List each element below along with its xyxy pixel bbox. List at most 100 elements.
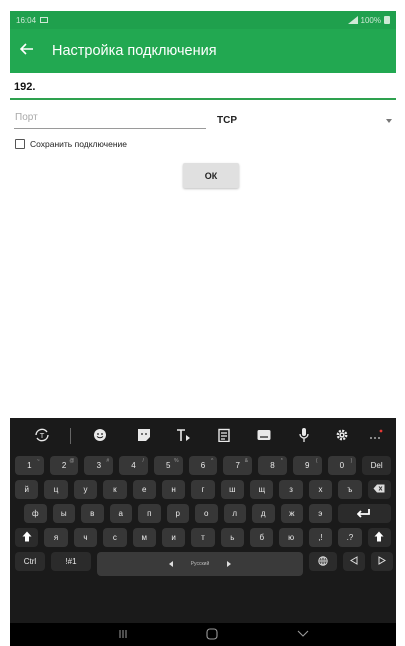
ok-button[interactable]: ОК — [183, 163, 239, 188]
sticker-icon[interactable] — [134, 426, 154, 444]
hide-keyboard-button[interactable] — [297, 627, 309, 641]
key-secondary-label: & — [244, 458, 249, 464]
letter-key[interactable]: и — [161, 528, 186, 547]
key-secondary-label: ~ — [36, 458, 40, 464]
keyboard: T 1 ~ 2 @ 3 # 4 / 5 % 6 ^ 7 & 8 * 9 (0 … — [10, 418, 396, 623]
letter-key[interactable]: т — [191, 528, 215, 547]
shift-key-right[interactable] — [367, 528, 391, 547]
key-label: х — [318, 485, 323, 494]
letter-key[interactable]: ь — [220, 528, 245, 547]
letter-key[interactable]: х — [308, 480, 333, 499]
letter-key[interactable]: я — [44, 528, 68, 547]
translate-icon[interactable]: T — [32, 426, 52, 444]
letter-key[interactable]: г — [191, 480, 215, 499]
number-key[interactable]: 3 # — [84, 456, 114, 475]
key-label: у — [83, 485, 88, 494]
protocol-select[interactable]: TCP — [217, 112, 396, 129]
letter-key[interactable]: д — [252, 504, 275, 523]
home-button[interactable] — [206, 627, 218, 641]
letter-key[interactable]: с — [103, 528, 127, 547]
letter-key[interactable]: э — [309, 504, 332, 523]
enter-key[interactable] — [337, 504, 391, 523]
letter-key[interactable]: ф — [24, 504, 47, 523]
microphone-icon[interactable] — [294, 426, 314, 444]
clipboard-icon[interactable] — [214, 426, 234, 444]
letter-key[interactable]: у — [73, 480, 98, 499]
ctrl-key[interactable]: Ctrl — [15, 552, 45, 571]
keyboard-icon[interactable] — [254, 426, 274, 444]
letter-key[interactable]: ы — [52, 504, 75, 523]
letter-key[interactable]: ъ — [338, 480, 362, 499]
letter-key[interactable]: к — [103, 480, 127, 499]
emoji-icon[interactable] — [90, 426, 110, 444]
cursor-left-key[interactable] — [343, 552, 365, 571]
letter-key[interactable]: а — [109, 504, 132, 523]
save-connection-label: Сохранить подключение — [30, 139, 127, 149]
letter-key[interactable]: р — [166, 504, 189, 523]
letter-key[interactable]: в — [81, 504, 104, 523]
letter-key[interactable]: з — [279, 480, 303, 499]
key-label: с — [112, 533, 117, 542]
letter-key[interactable]: ю — [279, 528, 303, 547]
ip-address-input[interactable]: 192. — [10, 77, 396, 100]
caret-right-icon — [227, 561, 232, 567]
delete-key-label: Del — [370, 461, 383, 470]
number-key[interactable]: 7 & — [223, 456, 253, 475]
letter-key[interactable]: ш — [220, 480, 245, 499]
space-language-label: Русский — [190, 561, 210, 567]
number-key[interactable]: 9( — [292, 456, 322, 475]
letter-key[interactable]: ж — [280, 504, 303, 523]
delete-key[interactable]: Del — [362, 456, 391, 475]
number-key[interactable]: 6 ^ — [188, 456, 218, 475]
enter-icon — [356, 508, 371, 520]
back-button[interactable] — [10, 29, 44, 73]
key-label: ш — [229, 485, 236, 494]
symbols-key[interactable]: !#1 — [51, 552, 91, 571]
key-secondary-label: ) — [350, 458, 353, 464]
more-icon[interactable] — [366, 426, 386, 444]
settings-icon[interactable] — [332, 426, 352, 444]
screen: 16:04 100% Настройка подключения 192. По… — [10, 11, 396, 646]
letter-key[interactable]: л — [223, 504, 246, 523]
text-style-icon[interactable] — [174, 426, 194, 444]
key-label: 7 — [235, 461, 240, 470]
number-key[interactable]: 2 @ — [49, 456, 79, 475]
letter-key[interactable]: м — [132, 528, 156, 547]
letter-key[interactable]: ч — [73, 528, 98, 547]
key-secondary-label: % — [174, 458, 179, 464]
number-key[interactable]: 1 ~ — [15, 456, 44, 475]
letter-key[interactable]: б — [250, 528, 274, 547]
letter-key[interactable]: .? — [338, 528, 362, 547]
letter-key[interactable]: н — [161, 480, 186, 499]
letter-key[interactable]: щ — [250, 480, 274, 499]
save-connection-checkbox[interactable]: Сохранить подключение — [15, 139, 127, 149]
port-input[interactable]: Порт — [14, 112, 206, 129]
letter-key[interactable]: е — [132, 480, 156, 499]
number-key[interactable]: 8 * — [258, 456, 287, 475]
key-label: .? — [346, 533, 354, 542]
page-title: Настройка подключения — [52, 43, 217, 59]
space-key[interactable]: Русский — [97, 552, 303, 576]
key-label: 6 — [200, 461, 206, 470]
status-bar: 16:04 100% — [10, 11, 396, 29]
globe-key[interactable] — [309, 552, 337, 571]
letter-key[interactable]: п — [138, 504, 161, 523]
symbols-key-label: !#1 — [65, 557, 77, 566]
letter-key[interactable]: о — [195, 504, 218, 523]
key-label: е — [141, 485, 147, 494]
number-key[interactable]: 4/ — [119, 456, 148, 475]
cursor-right-key[interactable] — [371, 552, 393, 571]
battery-percent: 100% — [360, 15, 381, 25]
number-key[interactable]: 5% — [153, 456, 183, 475]
letter-key[interactable]: ,! — [308, 528, 333, 547]
key-label: ж — [289, 509, 295, 518]
number-key[interactable]: 0) — [327, 456, 357, 475]
letter-row-2: фывапролд ж э — [10, 504, 396, 526]
globe-icon — [318, 555, 328, 568]
recent-apps-button[interactable] — [118, 627, 128, 641]
shift-key-left[interactable] — [15, 528, 39, 547]
backspace-key[interactable] — [367, 480, 391, 499]
key-label: 5 — [166, 461, 171, 470]
letter-key[interactable]: ц — [44, 480, 68, 499]
letter-key[interactable]: й — [15, 480, 39, 499]
